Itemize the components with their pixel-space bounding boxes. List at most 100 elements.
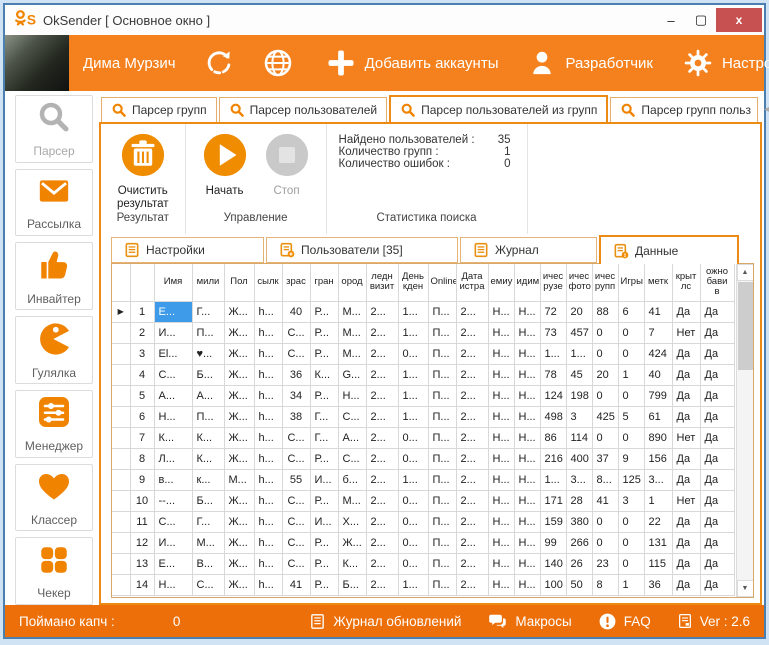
table-cell[interactable]: 198 [566, 385, 592, 406]
table-cell[interactable]: 0... [398, 532, 428, 553]
add-accounts-button[interactable]: Добавить аккаунты [326, 48, 499, 78]
table-cell[interactable]: С... [154, 511, 192, 532]
table-cell[interactable]: 0 [592, 385, 618, 406]
table-cell[interactable]: Да [700, 490, 734, 511]
table-cell[interactable]: С... [192, 574, 224, 595]
table-cell[interactable]: П... [192, 406, 224, 427]
table-cell[interactable]: 37 [592, 448, 618, 469]
table-cell[interactable]: С... [282, 343, 310, 364]
table-cell[interactable]: 20 [592, 364, 618, 385]
table-cell[interactable]: 0 [592, 427, 618, 448]
refresh-icon[interactable] [204, 48, 234, 78]
table-cell[interactable]: Ж... [224, 553, 254, 574]
table-cell[interactable]: М... [338, 322, 366, 343]
table-cell[interactable]: Н... [488, 364, 514, 385]
table-cell[interactable]: Р... [310, 322, 338, 343]
settings-button[interactable]: Настройки [683, 48, 769, 78]
table-cell[interactable]: 2... [456, 574, 488, 595]
table-cell[interactable]: 2... [366, 469, 398, 490]
table-cell[interactable]: П... [428, 364, 456, 385]
table-cell[interactable]: Ж... [224, 532, 254, 553]
table-cell[interactable]: h... [254, 448, 282, 469]
table-cell[interactable]: 100 [540, 574, 566, 595]
table-cell[interactable]: П... [428, 322, 456, 343]
table-cell[interactable]: Ж... [338, 532, 366, 553]
table-cell[interactable]: Да [700, 364, 734, 385]
column-header[interactable]: емиу [488, 264, 514, 301]
globe-icon[interactable] [262, 47, 294, 79]
table-cell[interactable]: Б... [192, 364, 224, 385]
table-cell[interactable]: 2... [456, 301, 488, 322]
table-cell[interactable]: 0 [618, 511, 644, 532]
table-cell[interactable]: 2... [366, 574, 398, 595]
row-number[interactable]: 9 [130, 469, 154, 490]
table-cell[interactable]: 457 [566, 322, 592, 343]
table-cell[interactable]: Н... [514, 574, 540, 595]
table-cell[interactable]: Ж... [224, 448, 254, 469]
table-cell[interactable]: Н... [514, 427, 540, 448]
table-cell[interactable]: Б... [338, 574, 366, 595]
table-cell[interactable]: 2... [366, 448, 398, 469]
inner-tab-dannye[interactable]: Данные [599, 235, 739, 264]
table-cell[interactable]: Р... [310, 448, 338, 469]
table-cell[interactable]: 0... [398, 553, 428, 574]
close-button[interactable]: x [716, 8, 762, 32]
avatar[interactable] [5, 35, 69, 91]
table-cell[interactable]: Да [672, 343, 700, 364]
table-cell[interactable]: Н... [488, 448, 514, 469]
column-header[interactable]: гран [310, 264, 338, 301]
table-cell[interactable]: К... [338, 553, 366, 574]
sidebar-item-rassylka[interactable]: Рассылка [15, 169, 93, 237]
row-number[interactable]: 10 [130, 490, 154, 511]
table-cell[interactable]: 0 [618, 532, 644, 553]
table-cell[interactable]: Ж... [224, 343, 254, 364]
table-cell[interactable]: Да [700, 406, 734, 427]
column-header[interactable]: ород [338, 264, 366, 301]
table-cell[interactable]: С... [154, 364, 192, 385]
table-cell[interactable]: Н... [514, 322, 540, 343]
table-cell[interactable]: К... [192, 448, 224, 469]
table-cell[interactable]: h... [254, 574, 282, 595]
table-cell[interactable]: Н... [154, 406, 192, 427]
table-cell[interactable]: 2... [456, 343, 488, 364]
table-cell[interactable]: Н... [488, 385, 514, 406]
column-header[interactable]: День кден [398, 264, 428, 301]
table-cell[interactable]: Да [672, 406, 700, 427]
table-cell[interactable]: 1... [566, 343, 592, 364]
statusbar-link-version[interactable]: Ver : 2.6 [677, 612, 750, 630]
table-cell[interactable]: h... [254, 427, 282, 448]
table-cell[interactable]: Н... [514, 553, 540, 574]
table-cell[interactable]: Да [700, 427, 734, 448]
table-cell[interactable]: Да [700, 511, 734, 532]
table-cell[interactable]: 2... [456, 490, 488, 511]
row-number[interactable]: 12 [130, 532, 154, 553]
developer-button[interactable]: Разработчик [528, 49, 652, 77]
table-cell[interactable]: 2... [456, 427, 488, 448]
table-cell[interactable]: в... [154, 469, 192, 490]
table-cell[interactable]: 1... [398, 574, 428, 595]
table-cell[interactable]: 41 [644, 301, 672, 322]
table-cell[interactable]: М... [338, 490, 366, 511]
table-cell[interactable]: 890 [644, 427, 672, 448]
table-cell[interactable]: С... [338, 448, 366, 469]
table-cell[interactable]: 0 [618, 322, 644, 343]
table-cell[interactable]: И... [310, 511, 338, 532]
table-cell[interactable]: 266 [566, 532, 592, 553]
table-cell[interactable]: Г... [192, 511, 224, 532]
table-cell[interactable]: h... [254, 364, 282, 385]
table-cell[interactable]: И... [310, 469, 338, 490]
table-cell[interactable]: Г... [310, 406, 338, 427]
table-cell[interactable]: 799 [644, 385, 672, 406]
table-cell[interactable]: 0... [398, 511, 428, 532]
table-cell[interactable]: А... [192, 385, 224, 406]
column-header[interactable]: Пол [224, 264, 254, 301]
scrollbar-thumb[interactable] [738, 282, 753, 370]
table-cell[interactable]: Ж... [224, 385, 254, 406]
table-cell[interactable]: Да [700, 448, 734, 469]
table-cell[interactable]: 0... [398, 490, 428, 511]
column-header[interactable]: Игры [618, 264, 644, 301]
table-cell[interactable]: 1... [398, 385, 428, 406]
table-cell[interactable]: 2... [456, 553, 488, 574]
table-cell[interactable]: С... [338, 406, 366, 427]
table-cell[interactable]: 99 [540, 532, 566, 553]
